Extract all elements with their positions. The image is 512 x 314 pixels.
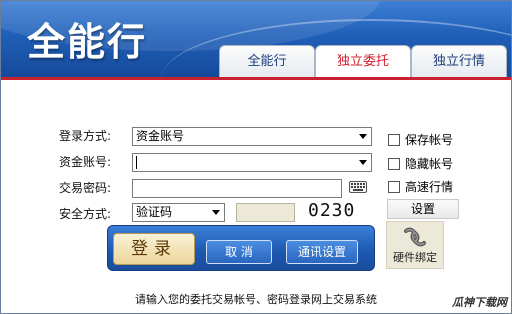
settings-button[interactable]: 设置 <box>387 199 459 219</box>
site-watermark: 瓜神下载网 <box>452 296 507 309</box>
save-account-option[interactable]: 保存帐号 <box>388 131 453 148</box>
hide-account-label: 隐藏帐号 <box>405 157 454 171</box>
keyboard-icon[interactable] <box>349 181 367 193</box>
captcha-input[interactable] <box>236 203 295 222</box>
tab-quanneng[interactable]: 全能行 <box>219 45 315 77</box>
chain-link-icon <box>404 227 426 247</box>
security-method-select[interactable]: 验证码 <box>132 203 225 222</box>
login-window: 全能行 全能行 独立委托 独立行情 登录方式: 资金账号: 交易密码: 安全方式… <box>0 0 512 314</box>
hide-account-option[interactable]: 隐藏帐号 <box>388 155 453 172</box>
dropdown-arrow-icon <box>359 160 367 165</box>
hardware-bind-label: 硬件绑定 <box>393 251 437 264</box>
comm-settings-button[interactable]: 通讯设置 <box>286 240 358 264</box>
login-method-label: 登录方式: <box>59 129 112 143</box>
login-button[interactable]: 登录 <box>113 233 195 265</box>
fast-quote-label: 高速行情 <box>405 180 454 194</box>
save-account-label: 保存帐号 <box>405 133 454 147</box>
login-method-select[interactable]: 资金账号 <box>132 127 372 146</box>
hardware-bind-button[interactable]: 硬件绑定 <box>386 221 444 269</box>
hide-account-checkbox[interactable] <box>388 157 400 170</box>
tab-independent-trading[interactable]: 独立委托 <box>315 45 411 77</box>
account-input[interactable] <box>132 153 372 172</box>
header-divider <box>1 77 511 80</box>
text-caret <box>136 156 137 169</box>
dropdown-arrow-icon <box>212 210 220 215</box>
header-banner: 全能行 全能行 独立委托 独立行情 <box>1 1 511 77</box>
security-method-label: 安全方式: <box>59 207 112 221</box>
security-method-value: 验证码 <box>136 205 173 219</box>
cancel-button[interactable]: 取 消 <box>206 240 272 264</box>
dropdown-arrow-icon <box>359 134 367 139</box>
password-label: 交易密码: <box>59 181 112 195</box>
account-label: 资金账号: <box>59 155 112 169</box>
password-input[interactable] <box>132 179 342 198</box>
fast-quote-checkbox[interactable] <box>388 180 400 193</box>
tab-independent-quotes[interactable]: 独立行情 <box>411 45 507 77</box>
app-title: 全能行 <box>27 20 148 64</box>
captcha-image[interactable]: 0230 <box>308 200 355 221</box>
tab-bar: 全能行 独立委托 独立行情 <box>219 45 507 77</box>
login-method-value: 资金账号 <box>136 129 185 143</box>
save-account-checkbox[interactable] <box>388 133 400 146</box>
fast-quote-option[interactable]: 高速行情 <box>388 178 453 195</box>
login-hint: 请输入您的委托交易帐号、密码登录网上交易系统 <box>135 293 377 306</box>
